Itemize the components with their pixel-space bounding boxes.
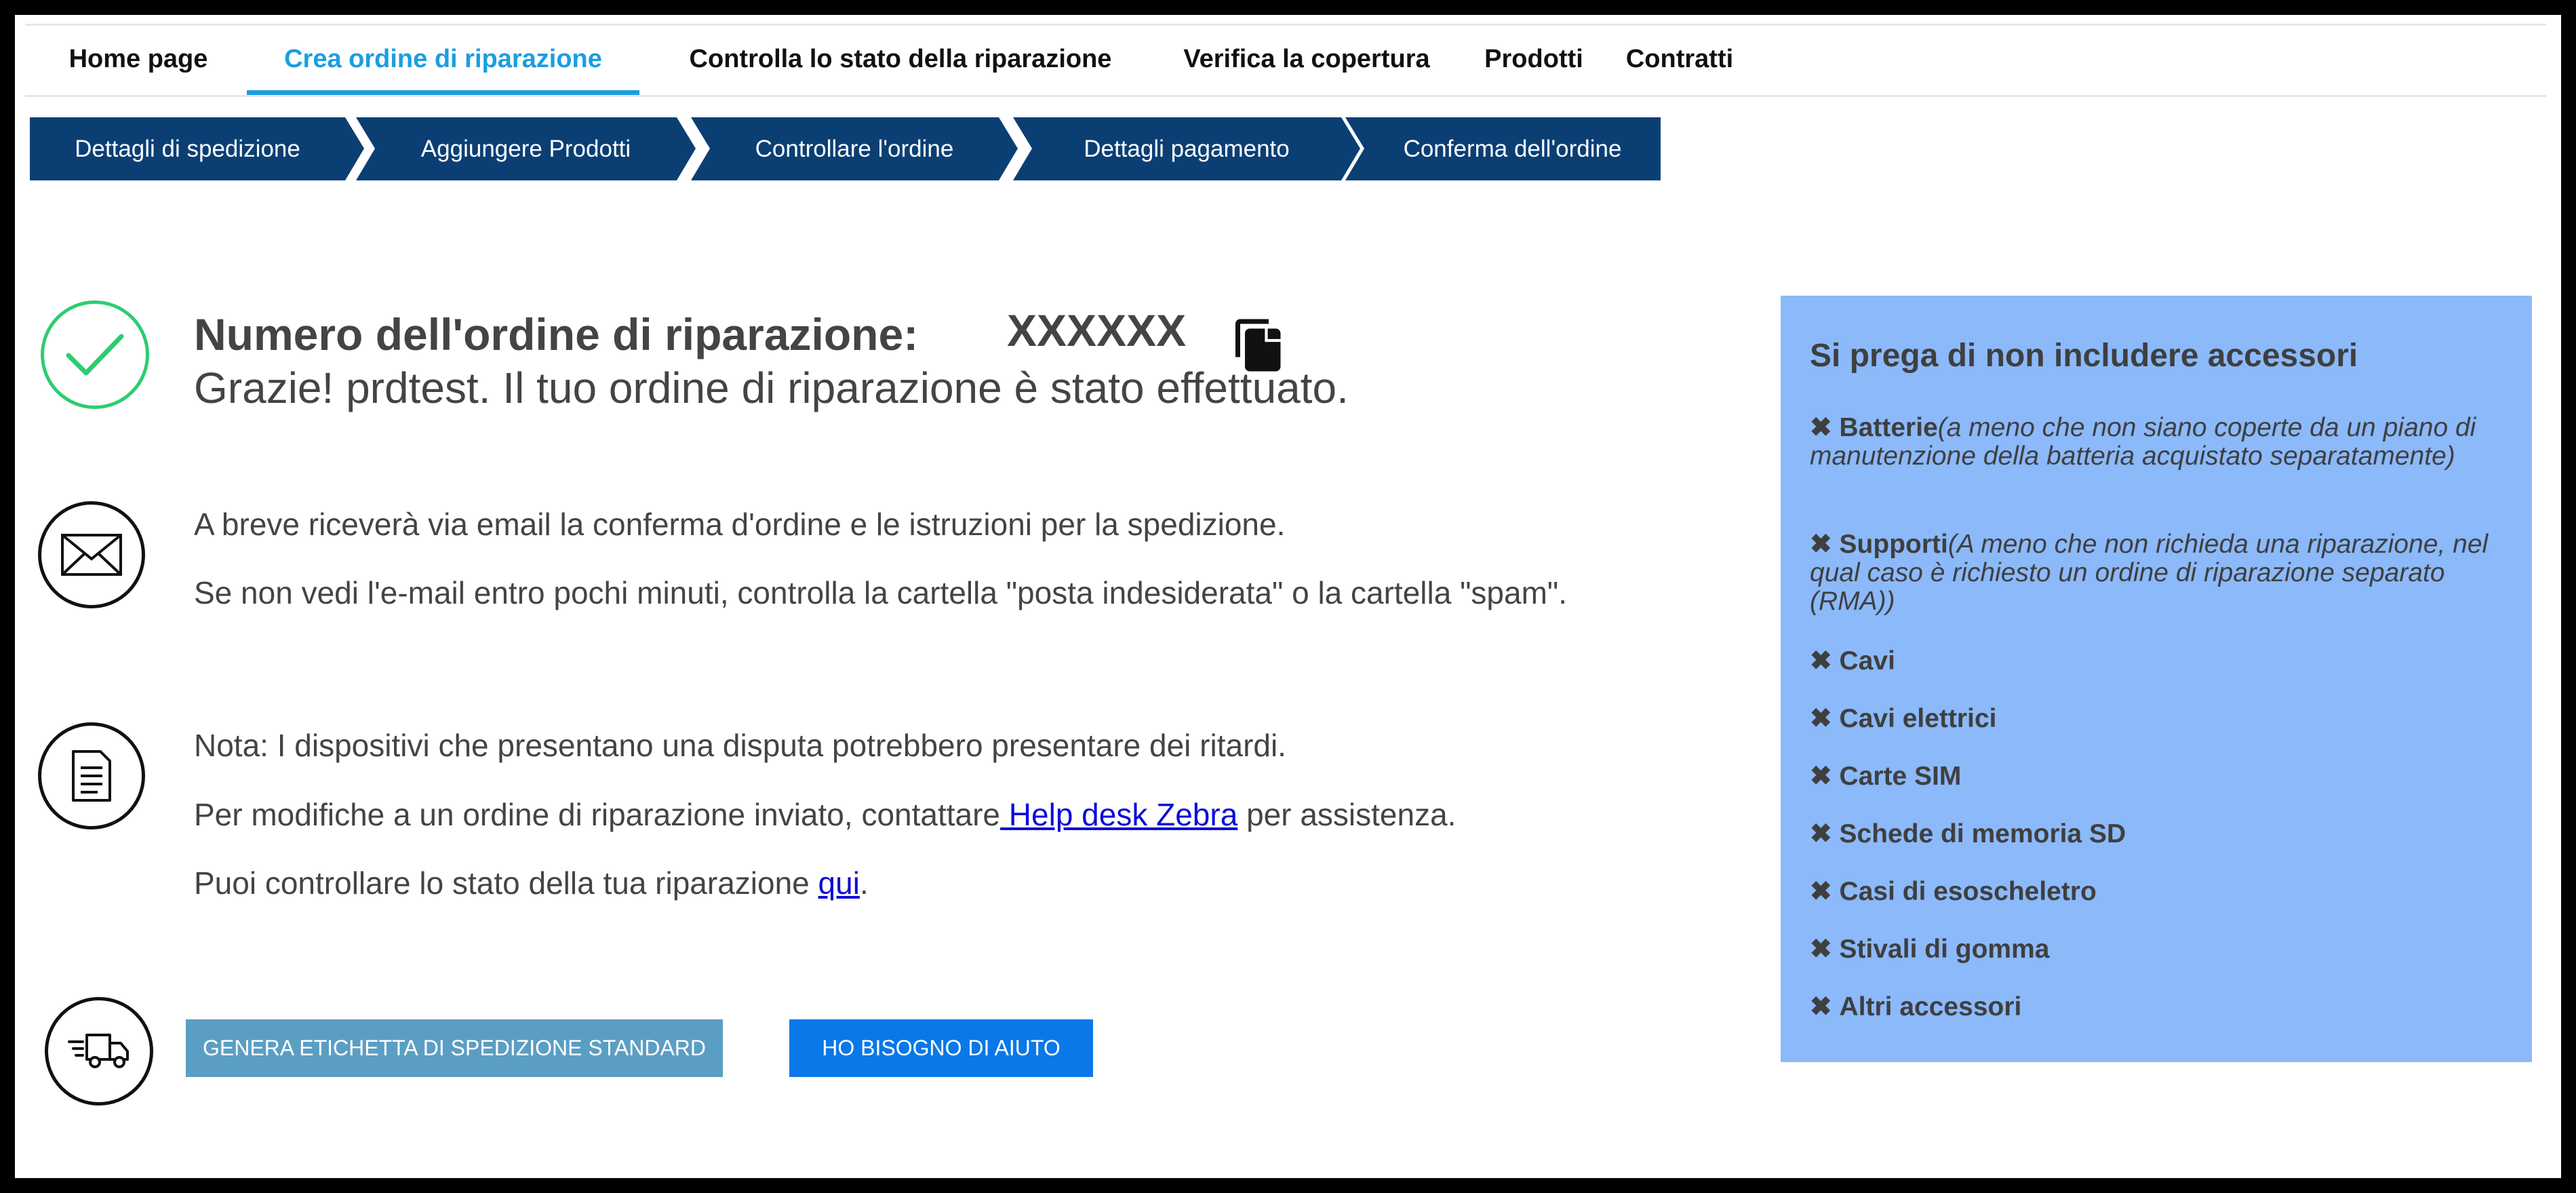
step-controllare-ordine: Controllare l'ordine	[755, 136, 954, 162]
accessories-panel-title: Si prega di non includere accessori	[1810, 338, 2358, 374]
repair-status-text: Puoi controllare lo stato della tua ripa…	[194, 865, 869, 901]
repair-status-suffix: .	[859, 865, 869, 901]
accessory-item-carte-sim: ✖ Carte SIM	[1810, 762, 2515, 791]
helpdesk-zebra-link[interactable]: Help desk Zebra	[1000, 797, 1238, 832]
cross-icon: ✖	[1810, 819, 1832, 848]
accessory-name: Cavi	[1839, 646, 1895, 676]
accessories-warning-panel: Si prega di non includere accessori ✖ Ba…	[1781, 296, 2532, 1062]
accessory-name: Supporti	[1839, 530, 1948, 559]
helpdesk-text-prefix: Per modifiche a un ordine di riparazione…	[194, 797, 1001, 832]
accessory-item-supporti: ✖ Supporti(A meno che non richieda una r…	[1810, 530, 2515, 616]
delivery-truck-icon	[45, 997, 153, 1106]
cross-icon: ✖	[1810, 646, 1832, 676]
accessory-item-batterie: ✖ Batterie(a meno che non siano coperte …	[1810, 414, 2515, 471]
step-dettagli-pagamento: Dettagli pagamento	[1084, 136, 1290, 162]
accessory-name: Stivali di gomma	[1839, 935, 2050, 964]
accessory-name: Cavi elettrici	[1839, 704, 1997, 733]
step-conferma-ordine: Conferma dell'ordine	[1403, 136, 1622, 162]
repair-status-link[interactable]: qui	[818, 865, 860, 901]
accessory-name: Casi di esoscheletro	[1839, 877, 2097, 906]
thanks-message: Grazie! prdtest. Il tuo ordine di ripara…	[194, 364, 1349, 412]
accessory-item-altri: ✖ Altri accessori	[1810, 993, 2515, 1021]
cross-icon: ✖	[1810, 530, 1832, 559]
accessory-name: Schede di memoria SD	[1839, 819, 2126, 848]
accessory-item-cavi-elettrici: ✖ Cavi elettrici	[1810, 705, 2515, 733]
accessory-name: Carte SIM	[1839, 762, 1962, 791]
accessory-name: Batterie	[1839, 413, 1938, 442]
accessory-item-cavi: ✖ Cavi	[1810, 647, 2515, 676]
email-icon	[38, 501, 145, 608]
accessory-item-schede-sd: ✖ Schede di memoria SD	[1810, 820, 2515, 848]
cross-icon: ✖	[1810, 992, 1832, 1021]
step-aggiungere-prodotti: Aggiungere Prodotti	[420, 136, 631, 162]
order-number-value: XXXXXX	[1007, 305, 1187, 355]
cross-icon: ✖	[1810, 704, 1832, 733]
repair-status-prefix: Puoi controllare lo stato della tua ripa…	[194, 865, 818, 901]
check-circle-icon	[41, 300, 149, 409]
dispute-note-text: Nota: I dispositivi che presentano una d…	[194, 728, 1286, 763]
helpdesk-text-suffix: per assistenza.	[1237, 797, 1457, 832]
step-dettagli-spedizione: Dettagli di spedizione	[75, 136, 300, 162]
cross-icon: ✖	[1810, 762, 1832, 791]
need-help-button[interactable]: HO BISOGNO DI AIUTO	[789, 1019, 1093, 1077]
spam-info-text: Se non vedi l'e-mail entro pochi minuti,…	[194, 575, 1568, 610]
document-icon	[38, 722, 145, 829]
generate-shipping-label-button[interactable]: GENERA ETICHETTA DI SPEDIZIONE STANDARD	[186, 1019, 723, 1077]
email-info-text: A breve riceverà via email la conferma d…	[194, 507, 1286, 542]
page-frame: Home page Crea ordine di riparazione Con…	[15, 15, 2561, 1178]
accessory-item-stivali: ✖ Stivali di gomma	[1810, 935, 2515, 964]
cross-icon: ✖	[1810, 413, 1832, 442]
accessory-item-esoscheletro: ✖ Casi di esoscheletro	[1810, 878, 2515, 906]
order-number-label: Numero dell'ordine di riparazione:	[194, 309, 919, 359]
helpdesk-text: Per modifiche a un ordine di riparazione…	[194, 796, 1456, 833]
cross-icon: ✖	[1810, 935, 1832, 964]
cross-icon: ✖	[1810, 877, 1832, 906]
accessory-name: Altri accessori	[1839, 992, 2022, 1021]
